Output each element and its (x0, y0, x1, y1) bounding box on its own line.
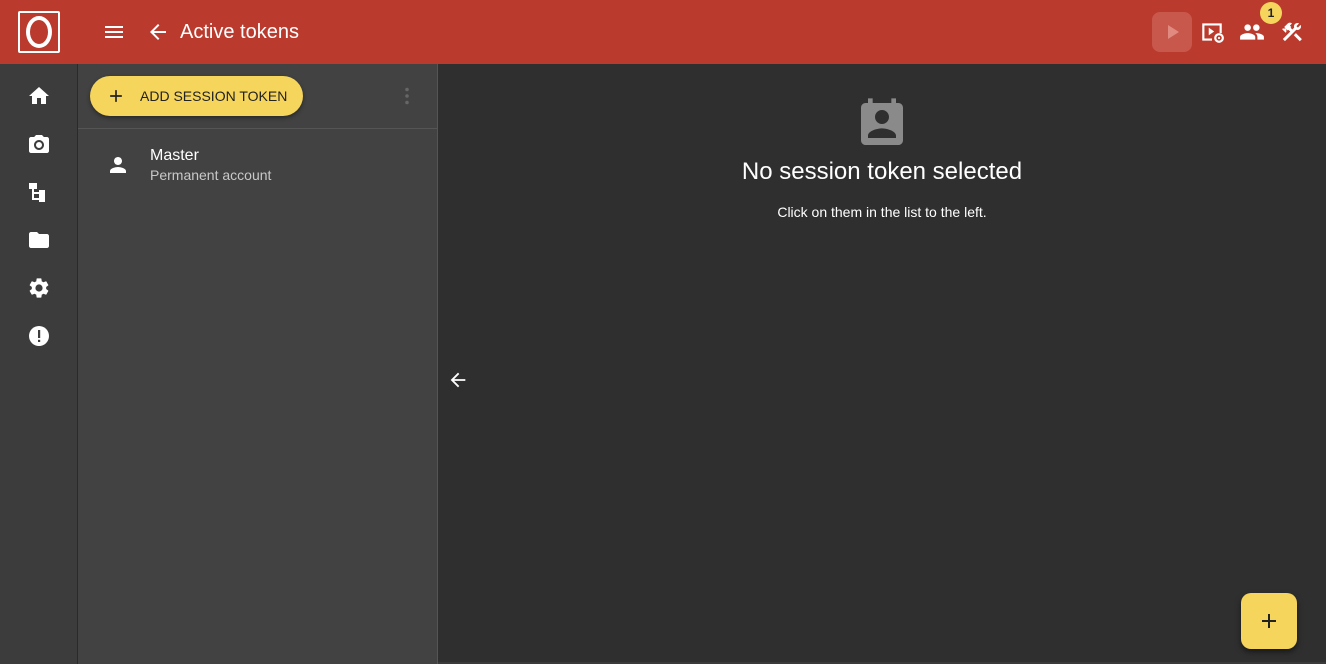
rail-item-settings[interactable] (0, 264, 78, 312)
alert-icon (29, 326, 49, 346)
empty-state: No session token selected Click on them … (438, 96, 1326, 220)
folder-icon (29, 232, 49, 248)
rail-item-hierarchy[interactable] (0, 168, 78, 216)
back-arrow-icon (150, 24, 166, 40)
app-logo[interactable] (0, 0, 78, 64)
preview-settings-button[interactable] (1192, 12, 1232, 52)
token-list-pane: ADD SESSION TOKEN Master Permanent accou… (78, 64, 438, 664)
hierarchy-icon (29, 183, 45, 202)
tools-icon (1282, 22, 1302, 42)
camera-icon (29, 135, 49, 153)
rail-item-camera[interactable] (0, 120, 78, 168)
app-bar: Active tokens 1 (0, 0, 1326, 64)
notification-badge: 1 (1260, 2, 1282, 24)
back-button[interactable] (138, 12, 178, 52)
add-session-token-label: ADD SESSION TOKEN (140, 88, 288, 104)
list-item-title: Master (150, 147, 199, 164)
empty-state-title: No session token selected (741, 158, 1023, 185)
add-fab-button[interactable] (1241, 593, 1297, 649)
menu-button[interactable] (94, 12, 134, 52)
gear-icon (29, 278, 49, 298)
more-vert-icon (405, 87, 409, 105)
add-session-token-button[interactable]: ADD SESSION TOKEN (90, 76, 304, 116)
detail-pane: No session token selected Click on them … (438, 64, 1326, 664)
empty-state-subtitle: Click on them in the list to the left. (777, 204, 987, 220)
list-toolbar: ADD SESSION TOKEN (78, 64, 437, 129)
rail-item-folder[interactable] (0, 216, 78, 264)
list-item[interactable]: Master Permanent account (78, 129, 437, 201)
list-item-subtitle: Permanent account (150, 167, 272, 183)
play-icon (1168, 25, 1179, 39)
back-arrow-icon (450, 372, 466, 388)
preview-settings-icon (1202, 23, 1224, 43)
person-icon (106, 153, 130, 177)
logo-icon (18, 11, 60, 53)
plus-icon (106, 86, 126, 106)
users-icon (1240, 24, 1264, 40)
page-title: Active tokens (180, 20, 299, 43)
rail-item-home[interactable] (0, 72, 78, 120)
contact-card-icon (438, 96, 1326, 152)
nav-rail (0, 64, 78, 664)
collapse-list-button[interactable] (446, 368, 470, 392)
home-icon (29, 87, 49, 104)
rail-item-alerts[interactable] (0, 312, 78, 360)
plus-icon (1262, 614, 1276, 628)
users-button[interactable]: 1 (1232, 2, 1282, 52)
more-options-button[interactable] (395, 84, 419, 108)
play-button[interactable] (1152, 12, 1192, 52)
menu-icon (105, 26, 123, 38)
